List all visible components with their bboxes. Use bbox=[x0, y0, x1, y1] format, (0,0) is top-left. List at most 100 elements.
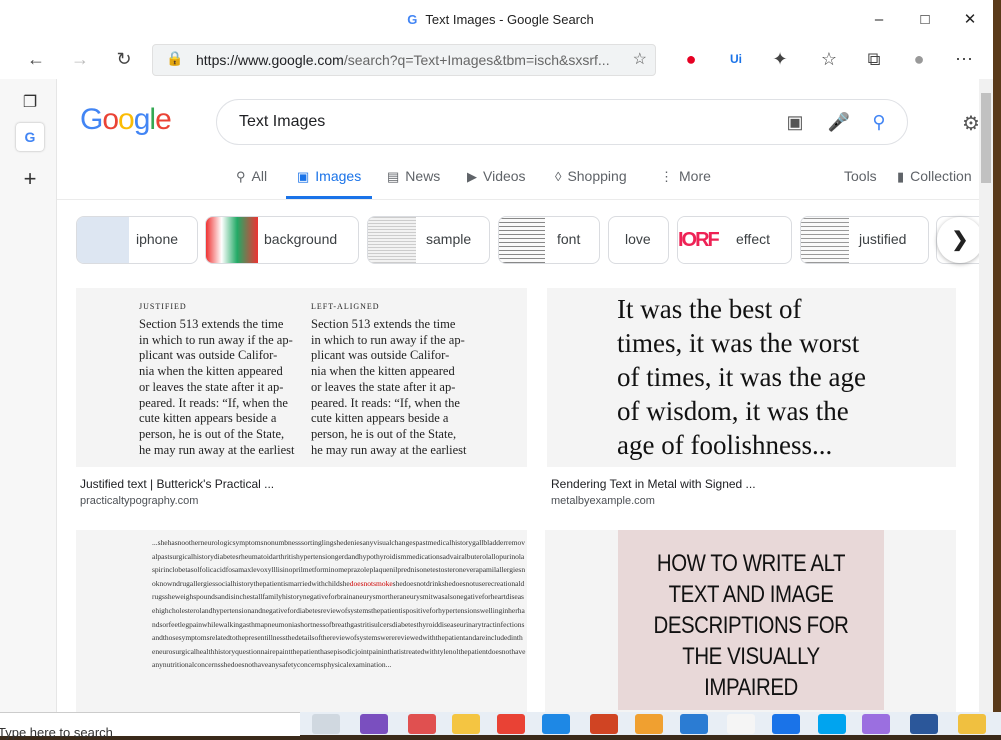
result-card-justified[interactable]: JUSTIFIED LEFT-ALIGNED Section 513 exten… bbox=[76, 288, 527, 513]
task-view-icon[interactable] bbox=[312, 714, 340, 734]
visual-studio-icon[interactable] bbox=[360, 714, 388, 734]
chip-font[interactable]: font bbox=[498, 216, 600, 264]
column-heading: JUSTIFIED bbox=[139, 302, 187, 311]
alt-text-poster: HOW TO WRITE ALT TEXT AND IMAGE DESCRIPTIO… bbox=[618, 530, 884, 710]
dense-text-block: ...shehasnootherneurologicsymptomsnonumb… bbox=[152, 538, 526, 670]
google-favicon-icon: G bbox=[407, 12, 418, 27]
result-image[interactable]: JUSTIFIED LEFT-ALIGNED Section 513 exten… bbox=[76, 288, 527, 467]
taskbar-search[interactable]: Type here to search bbox=[0, 712, 300, 740]
edge-icon[interactable] bbox=[542, 714, 570, 734]
tab-actions-icon[interactable]: ❐ bbox=[16, 89, 44, 117]
more-icon[interactable]: ⋯ bbox=[950, 46, 978, 72]
chip-background[interactable]: background bbox=[205, 216, 359, 264]
uipath-icon[interactable] bbox=[772, 714, 800, 734]
chip-thumbnail bbox=[77, 217, 129, 263]
poster-text: HOW TO WRITE ALT TEXT AND IMAGE DESCRIPTIO… bbox=[653, 550, 849, 701]
close-button[interactable]: ✕ bbox=[947, 6, 993, 34]
google-logo[interactable]: Google bbox=[80, 103, 172, 137]
address-bar[interactable]: 🔒 https://www.google.com/search?q=Text+I… bbox=[152, 44, 656, 76]
search-box: ▣ 🎤 ⚲ bbox=[216, 99, 908, 145]
refresh-icon[interactable]: ↻ bbox=[110, 46, 138, 72]
chip-thumbnail bbox=[801, 217, 849, 263]
tab-more[interactable]: ⋮ More bbox=[660, 165, 711, 199]
left-aligned-column: Section 513 extends the time in which to … bbox=[311, 317, 467, 457]
tab-news[interactable]: ▤ News bbox=[387, 165, 440, 199]
search-icon: ⚲ bbox=[236, 169, 246, 184]
app-icon[interactable] bbox=[862, 714, 890, 734]
video-icon: ▶ bbox=[467, 169, 477, 184]
collections-icon[interactable]: ⧉ bbox=[860, 46, 888, 72]
result-source[interactable]: practicaltypography.com bbox=[80, 495, 198, 507]
minimize-button[interactable]: – bbox=[856, 6, 902, 34]
window-title-text: Text Images - Google Search bbox=[425, 12, 594, 27]
tab-shopping[interactable]: ◊ Shopping bbox=[555, 165, 627, 199]
search-tabs: ⚲ All ▣ Images ▤ News ▶ Videos ◊ Shopping ⋮ Mo… bbox=[57, 165, 979, 200]
window-title: G Text Images - Google Search bbox=[0, 12, 993, 27]
chip-sample[interactable]: sample bbox=[367, 216, 490, 264]
forward-icon[interactable]: → bbox=[66, 46, 94, 72]
quote-text: It was the best of times, it was the wors… bbox=[617, 294, 866, 460]
mic-icon[interactable]: 🎤 bbox=[827, 110, 851, 134]
vertical-tabs-rail: ❐ G + bbox=[0, 79, 57, 712]
lock-icon[interactable]: 🔒 bbox=[166, 50, 183, 67]
collections-button[interactable]: ▮ Collection bbox=[897, 165, 972, 199]
vscode-icon[interactable] bbox=[680, 714, 708, 734]
extensions-icon[interactable]: ✦ bbox=[766, 46, 794, 72]
maximize-button[interactable]: □ bbox=[902, 6, 948, 34]
result-card-dense-text[interactable]: ...shehasnootherneurologicsymptomsnonumb… bbox=[76, 530, 527, 712]
search-icon[interactable]: ⚲ bbox=[867, 110, 891, 134]
column-heading: LEFT-ALIGNED bbox=[311, 302, 380, 311]
result-image[interactable]: ...shehasnootherneurologicsymptomsnonumb… bbox=[76, 530, 527, 712]
chip-thumbnail bbox=[206, 217, 258, 263]
desktop-background bbox=[993, 0, 1001, 712]
scrollbar-thumb[interactable] bbox=[981, 93, 991, 183]
google-results-page: Google ▣ 🎤 ⚲ ⚙ ⚲All ▣Images ▤News ▶Video… bbox=[57, 79, 979, 712]
chip-thumbnail bbox=[499, 217, 545, 263]
skype-icon[interactable] bbox=[818, 714, 846, 734]
google-tab-icon[interactable]: G bbox=[16, 123, 44, 151]
app-icon[interactable] bbox=[958, 714, 986, 734]
title-bar: G Text Images - Google Search – □ ✕ bbox=[0, 0, 993, 40]
uipath-icon[interactable]: Ui bbox=[722, 46, 750, 72]
tab-videos[interactable]: ▶ Videos bbox=[467, 165, 526, 199]
tab-images[interactable]: ▣ Images bbox=[286, 165, 373, 199]
chrome-icon[interactable] bbox=[497, 714, 525, 734]
chevron-right-icon[interactable]: ❯ bbox=[937, 217, 979, 263]
image-icon: ▣ bbox=[297, 169, 310, 184]
pinterest-icon[interactable]: ● bbox=[677, 46, 705, 72]
settings-gear-icon[interactable]: ⚙ bbox=[962, 111, 979, 136]
camera-icon[interactable]: ▣ bbox=[783, 110, 807, 134]
new-tab-icon[interactable]: + bbox=[16, 165, 44, 193]
taskbar: Type here to search bbox=[0, 712, 1001, 740]
tag-icon: ◊ bbox=[555, 169, 562, 184]
back-icon[interactable]: ← bbox=[22, 46, 50, 72]
result-image[interactable]: It was the best of times, it was the wors… bbox=[547, 288, 956, 467]
favorites-icon[interactable]: ☆ bbox=[815, 46, 843, 72]
profile-icon[interactable]: ● bbox=[905, 46, 933, 72]
word-icon[interactable] bbox=[910, 714, 938, 734]
search-input[interactable] bbox=[237, 110, 761, 134]
add-favorite-icon[interactable]: ☆ bbox=[633, 49, 647, 69]
bookmark-icon: ▮ bbox=[897, 169, 905, 184]
tab-all[interactable]: ⚲ All bbox=[236, 165, 267, 199]
url-text[interactable]: https://www.google.com/search?q=Text+Ima… bbox=[196, 52, 610, 68]
tools-button[interactable]: Tools bbox=[844, 165, 877, 199]
chip-justified[interactable]: justified bbox=[800, 216, 929, 264]
app-icon[interactable] bbox=[408, 714, 436, 734]
file-explorer-icon[interactable] bbox=[452, 714, 480, 734]
chip-effect[interactable]: IORF effect bbox=[677, 216, 792, 264]
result-image[interactable]: HOW TO WRITE ALT TEXT AND IMAGE DESCRIPTIO… bbox=[545, 530, 956, 712]
powerpoint-icon[interactable] bbox=[590, 714, 618, 734]
app-icon[interactable] bbox=[635, 714, 663, 734]
app-icon[interactable] bbox=[727, 714, 755, 734]
page-scrollbar[interactable] bbox=[979, 79, 993, 712]
result-caption[interactable]: Rendering Text in Metal with Signed ... bbox=[551, 477, 756, 491]
result-card-alt-text[interactable]: HOW TO WRITE ALT TEXT AND IMAGE DESCRIPTIO… bbox=[545, 530, 956, 712]
chip-thumbnail bbox=[368, 217, 416, 263]
browser-window: G Text Images - Google Search – □ ✕ ← → ↻… bbox=[0, 0, 993, 712]
chip-iphone[interactable]: iphone bbox=[76, 216, 198, 264]
result-card-metal[interactable]: It was the best of times, it was the wors… bbox=[547, 288, 956, 513]
chip-love[interactable]: love bbox=[608, 216, 669, 264]
result-source[interactable]: metalbyexample.com bbox=[551, 495, 655, 507]
result-caption[interactable]: Justified text | Butterick's Practical .… bbox=[80, 477, 274, 491]
